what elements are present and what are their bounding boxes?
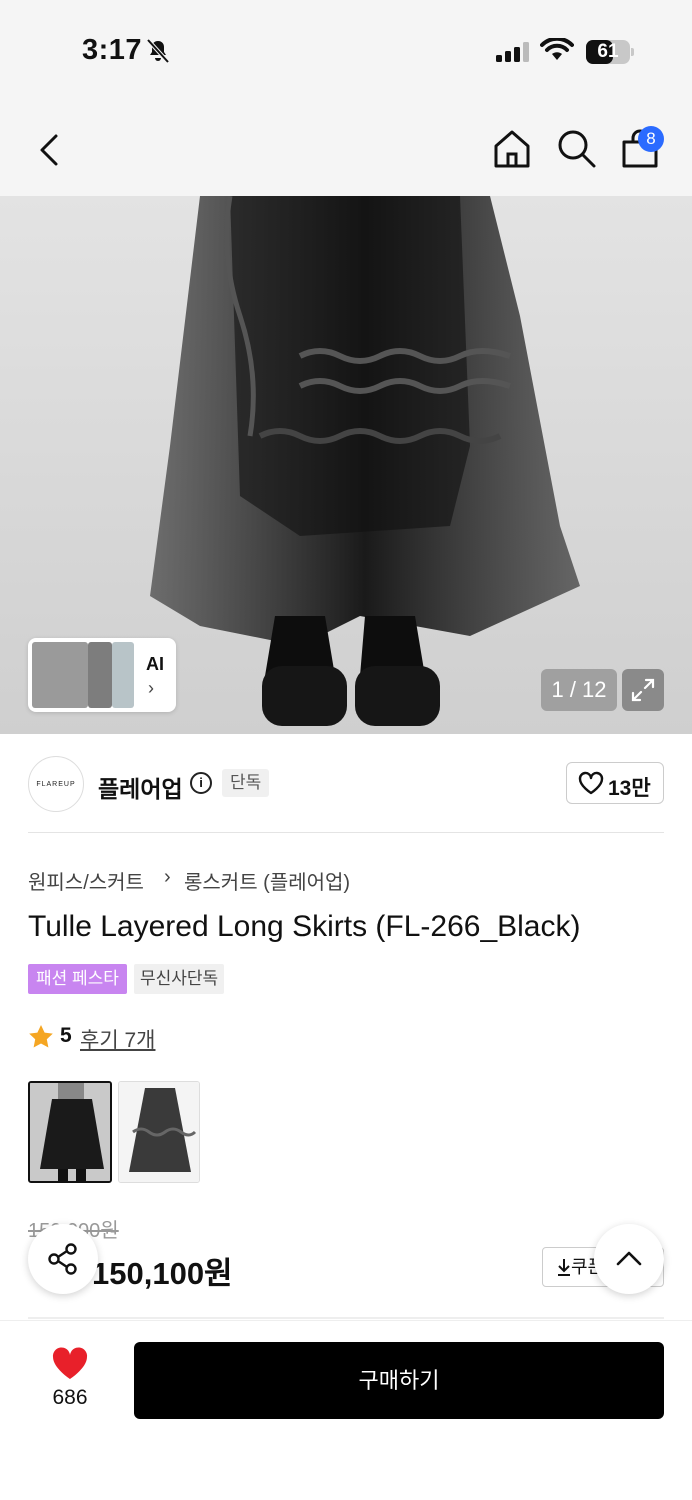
ai-similar-products-card[interactable]	[28, 638, 176, 712]
brand-name[interactable]: 플레어업	[98, 770, 183, 804]
buy-button[interactable]: 구매하기	[134, 1342, 664, 1419]
share-icon	[48, 1243, 77, 1275]
divider	[28, 1317, 664, 1319]
expand-icon[interactable]	[622, 669, 664, 711]
chevron-left-icon[interactable]	[30, 130, 70, 170]
download-icon	[558, 1259, 570, 1276]
musinsa-exclusive-tag: 무신사단독	[134, 964, 225, 994]
exclusive-tag: 단독	[222, 769, 270, 797]
reviews-link[interactable]: 후기 7개	[80, 1024, 155, 1054]
wifi-icon	[540, 38, 574, 60]
breadcrumb-subcategory[interactable]: 롱스커트 (플레어업)	[184, 866, 350, 895]
fashion-festa-tag: 패션 페스타	[28, 964, 127, 994]
cart-count-badge: 8	[638, 126, 664, 152]
sale-price: 150,100원	[92, 1256, 233, 1291]
search-icon[interactable]	[554, 126, 598, 170]
heart-outline-icon	[578, 771, 604, 795]
color-option-thumb-2[interactable]	[118, 1081, 200, 1183]
rating-value: 5	[60, 1024, 72, 1047]
ai-thumb-2	[88, 642, 112, 708]
ai-label: AI	[146, 654, 164, 674]
brand-like-count: 13만	[608, 777, 651, 800]
ai-thumb-3	[112, 642, 134, 708]
image-counter: 1 / 12	[541, 669, 617, 711]
wish-count: 686	[52, 1386, 88, 1409]
bell-muted-icon	[146, 38, 170, 64]
home-icon[interactable]	[490, 126, 534, 170]
divider	[28, 832, 664, 833]
chevron-right-icon: ›	[148, 678, 154, 698]
battery-icon: 61	[586, 40, 634, 64]
option-2-photo	[119, 1082, 199, 1182]
chevron-up-icon	[616, 1251, 642, 1266]
breadcrumb-category[interactable]: 원피스/스커트	[28, 866, 144, 895]
product-title: Tulle Layered Long Skirts (FL-266_Black)	[28, 910, 581, 943]
status-time: 3:17	[82, 34, 143, 66]
heart-filled-icon[interactable]	[50, 1346, 90, 1382]
info-icon[interactable]: i	[190, 772, 212, 794]
color-option-thumb-1[interactable]	[28, 1081, 112, 1183]
ai-thumb-1	[32, 642, 88, 708]
breadcrumb-separator: ›	[164, 866, 171, 888]
brand-logo[interactable]: FLAREUP	[28, 756, 84, 812]
option-1-photo	[30, 1083, 110, 1181]
star-icon	[29, 1025, 53, 1048]
signal-icon	[496, 42, 529, 62]
